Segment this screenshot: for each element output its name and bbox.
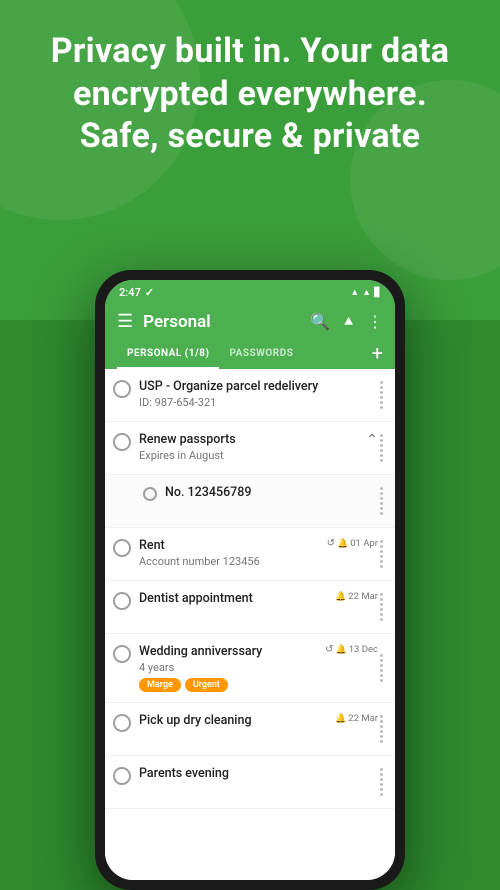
bell-icon: 🔔 (335, 714, 346, 724)
item-right: ↺ 🔔 13 Dec (325, 644, 378, 655)
item-checkbox[interactable] (113, 592, 131, 610)
drag-handle[interactable] (378, 713, 385, 745)
item-title: Pick up dry cleaning (139, 713, 335, 729)
hero-heading: Privacy built in. Your data encrypted ev… (30, 30, 470, 158)
list-item: Renew passports Expires in August ⌃ (105, 422, 395, 475)
list-item: Wedding anniverssary 4 years Marge Urgen… (105, 634, 395, 703)
item-checkbox[interactable] (113, 645, 131, 663)
item-checkbox[interactable] (113, 767, 131, 785)
item-subtitle: ID: 987-654-321 (139, 396, 378, 409)
list-item-sub: No. 123456789 (105, 475, 395, 528)
drag-handle[interactable] (378, 432, 385, 464)
drag-handle[interactable] (378, 379, 385, 411)
item-date: ↺ 🔔 13 Dec (325, 644, 378, 655)
signal-icon: ▲ (362, 287, 371, 298)
status-bar: 2:47 ✓ ▲ ▲ ▊ (105, 280, 395, 303)
item-date: 🔔 22 Mar (335, 713, 378, 724)
phone-mockup: 2:47 ✓ ▲ ▲ ▊ ☰ Personal 🔍 ⯅ ⋮ (95, 270, 405, 890)
item-title: No. 123456789 (165, 485, 378, 501)
item-title: Rent (139, 538, 327, 554)
item-checkbox[interactable] (113, 714, 131, 732)
item-subtitle: 4 years (139, 661, 325, 674)
item-title: Dentist appointment (139, 591, 335, 607)
more-icon[interactable]: ⋮ (367, 312, 383, 332)
item-title: USP - Organize parcel redelivery (139, 379, 378, 395)
item-content: Rent Account number 123456 (139, 538, 327, 568)
recurring-icon: ↺ (327, 538, 335, 549)
item-title: Wedding anniverssary (139, 644, 325, 660)
item-content: No. 123456789 (165, 485, 378, 501)
top-bar-actions: 🔍 ⯅ ⋮ (310, 312, 383, 332)
phone-frame: 2:47 ✓ ▲ ▲ ▊ ☰ Personal 🔍 ⯅ ⋮ (95, 270, 405, 890)
item-checkbox[interactable] (113, 539, 131, 557)
drag-handle[interactable] (378, 766, 385, 798)
add-list-button[interactable]: + (372, 343, 383, 367)
item-content: Parents evening (139, 766, 378, 782)
collapse-icon[interactable]: ⌃ (366, 432, 378, 448)
item-tags: Marge Urgent (139, 678, 325, 692)
item-content: USP - Organize parcel redelivery ID: 987… (139, 379, 378, 409)
drag-handle[interactable] (378, 591, 385, 623)
phone-screen: 2:47 ✓ ▲ ▲ ▊ ☰ Personal 🔍 ⯅ ⋮ (105, 280, 395, 880)
list-item: Parents evening (105, 756, 395, 809)
list-item: USP - Organize parcel redelivery ID: 987… (105, 369, 395, 422)
list-item: Pick up dry cleaning 🔔 22 Mar (105, 703, 395, 756)
date-text: 13 Dec (349, 644, 378, 655)
item-subtitle: Account number 123456 (139, 555, 327, 568)
date-text: 22 Mar (348, 591, 378, 602)
item-content: Pick up dry cleaning (139, 713, 335, 729)
item-right: 🔔 22 Mar (335, 713, 378, 724)
tab-bar: PERSONAL (1/8) PASSWORDS + (105, 340, 395, 369)
bell-icon: 🔔 (337, 539, 348, 549)
drag-handle[interactable] (378, 538, 385, 570)
item-content: Dentist appointment (139, 591, 335, 607)
wifi-icon: ▲ (350, 287, 359, 298)
list-item: Dentist appointment 🔔 22 Mar (105, 581, 395, 634)
check-icon: ✓ (145, 286, 154, 299)
list-container: USP - Organize parcel redelivery ID: 987… (105, 369, 395, 880)
tab-personal[interactable]: PERSONAL (1/8) (117, 340, 219, 369)
bell-icon: 🔔 (335, 592, 346, 602)
drag-handle[interactable] (378, 652, 385, 684)
tag-marge: Marge (139, 678, 181, 692)
item-right: ⌃ (366, 432, 378, 448)
item-title: Renew passports (139, 432, 366, 448)
item-title: Parents evening (139, 766, 378, 782)
search-icon[interactable]: 🔍 (310, 312, 330, 332)
item-subtitle: Expires in August (139, 449, 366, 462)
sub-item-checkbox[interactable] (143, 487, 157, 501)
item-checkbox[interactable] (113, 433, 131, 451)
clock: 2:47 (119, 286, 141, 299)
list-item: Rent Account number 123456 ↺ 🔔 01 Apr (105, 528, 395, 581)
drag-handle[interactable] (378, 485, 385, 517)
item-content: Wedding anniverssary 4 years Marge Urgen… (139, 644, 325, 692)
date-text: 22 Mar (348, 713, 378, 724)
tag-urgent: Urgent (185, 678, 228, 692)
date-text: 01 Apr (350, 538, 378, 549)
item-date: 🔔 22 Mar (335, 591, 378, 602)
item-right: ↺ 🔔 01 Apr (327, 538, 378, 549)
battery-icon: ▊ (374, 288, 381, 298)
top-bar: ☰ Personal 🔍 ⯅ ⋮ (105, 303, 395, 340)
item-content: Renew passports Expires in August (139, 432, 366, 462)
hero-section: Privacy built in. Your data encrypted ev… (0, 30, 500, 158)
tab-passwords[interactable]: PASSWORDS (219, 340, 303, 369)
hamburger-icon[interactable]: ☰ (117, 311, 133, 332)
share-icon[interactable]: ⯅ (342, 312, 355, 332)
bell-icon: 🔔 (336, 645, 347, 655)
app-title: Personal (143, 312, 300, 332)
recurring-icon: ↺ (325, 644, 333, 655)
item-right: 🔔 22 Mar (335, 591, 378, 602)
item-checkbox[interactable] (113, 380, 131, 398)
item-date: ↺ 🔔 01 Apr (327, 538, 378, 549)
status-time: 2:47 ✓ (119, 286, 154, 299)
status-icons: ▲ ▲ ▊ (350, 287, 381, 298)
